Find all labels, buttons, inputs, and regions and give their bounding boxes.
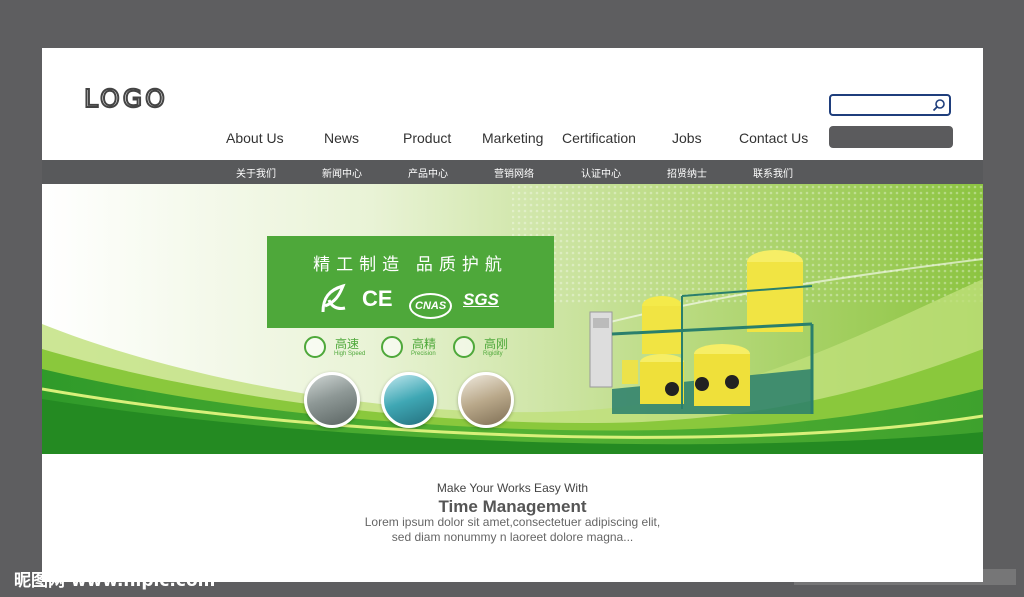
nav-certification[interactable]: Certification	[562, 130, 636, 146]
search-icon[interactable]	[932, 98, 946, 112]
subnav-contact[interactable]: 联系我们	[753, 165, 793, 180]
page: LOGO About Us News Product Marketing Cer…	[42, 48, 983, 582]
main-nav: About Us News Product Marketing Certific…	[42, 130, 983, 150]
subnav-certification[interactable]: 认证中心	[581, 165, 621, 180]
product-thumbnail-2[interactable]	[381, 372, 437, 428]
cnas-mark: CNAS	[409, 293, 453, 319]
slogan-badge: 精工制造 品质护航 CE CNAS SGS	[267, 236, 554, 328]
search-box[interactable]	[829, 94, 951, 116]
feature-en: Rigidity	[483, 351, 503, 357]
intro-body-line1: Lorem ipsum dolor sit amet,consectetuer …	[364, 515, 661, 529]
feature-en: High Speed	[334, 351, 366, 357]
subnav-about[interactable]: 关于我们	[236, 165, 276, 180]
triangle-icon	[453, 336, 475, 358]
intro-title: Time Management	[438, 497, 587, 516]
gear-icon	[381, 336, 403, 358]
sgs-mark: SGS	[463, 290, 499, 309]
subnav-news[interactable]: 新闻中心	[322, 165, 362, 180]
leaf-certification-icon	[321, 283, 346, 313]
intro-body-line2: sed diam nonummy n laoreet dolore magna.…	[391, 530, 634, 544]
intro-kicker: Make Your Works Easy With	[436, 481, 589, 495]
product-thumbnail-3[interactable]	[458, 372, 514, 428]
subnav-jobs[interactable]: 招贤纳士	[667, 165, 707, 180]
logo[interactable]: LOGO	[83, 83, 168, 114]
nav-news[interactable]: News	[324, 130, 359, 146]
nav-about-us[interactable]: About Us	[226, 130, 284, 146]
subnav-product[interactable]: 产品中心	[408, 165, 448, 180]
banner-slogan: 精工制造 品质护航	[313, 255, 508, 274]
subnav-marketing[interactable]: 营销网络	[494, 165, 534, 180]
watermark-left: 昵图网 www.nipic.com	[14, 571, 216, 591]
feature-zh: 高刚	[484, 337, 509, 351]
product-thumbnail-1[interactable]	[304, 372, 360, 428]
watermark-right: ID:8051772 NO:20210105210633045000	[794, 569, 1016, 585]
feature-en: Precision	[411, 351, 436, 357]
nav-marketing[interactable]: Marketing	[482, 130, 543, 146]
ce-mark: CE	[362, 286, 393, 311]
feature-zh: 高速	[335, 337, 360, 351]
nav-contact-us[interactable]: Contact Us	[739, 130, 808, 146]
feature-zh: 高精	[412, 337, 437, 351]
sub-nav: 关于我们 新闻中心 产品中心 营销网络 认证中心 招贤纳士 联系我们	[42, 160, 983, 184]
nav-product[interactable]: Product	[403, 130, 451, 146]
search-input[interactable]	[835, 97, 935, 115]
speed-icon	[304, 336, 326, 358]
nav-jobs[interactable]: Jobs	[672, 130, 702, 146]
hero-banner: 精工制造 品质护航 CE CNAS SGS 高速 High Speed 高精 P…	[42, 184, 983, 454]
